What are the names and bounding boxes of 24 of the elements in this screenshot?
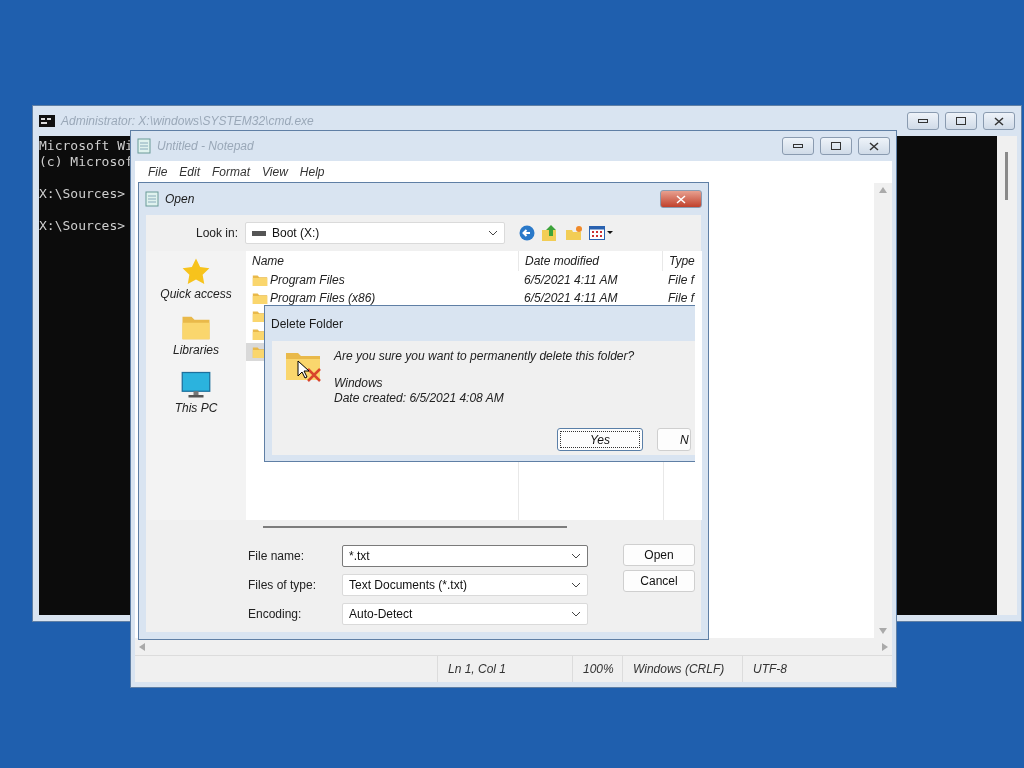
status-text: 100% bbox=[572, 656, 622, 682]
field-label: Files of type: bbox=[247, 578, 318, 592]
confirm-question: Are you sure you want to permanently delete this folder? bbox=[334, 349, 635, 364]
console-line: X:\Sources> bbox=[39, 218, 127, 234]
look-in-label: Look in: bbox=[194, 226, 239, 240]
status-text: Windows (CRLF) bbox=[622, 656, 742, 682]
console-line: X:\Sources> bbox=[39, 186, 127, 202]
window-title: Untitled - Notepad bbox=[157, 139, 254, 153]
window-title: Administrator: X:\windows\SYSTEM32\cmd.exe bbox=[61, 114, 314, 128]
folder-date: Date created: 6/5/2021 4:08 AM bbox=[334, 391, 505, 406]
status-text: UTF-8 bbox=[742, 656, 872, 682]
file-date: 6/5/2021 4:11 AM bbox=[523, 290, 619, 307]
folder-name: Windows bbox=[334, 376, 384, 391]
console-line: (c) Microsof bbox=[39, 154, 131, 170]
field-label: Encoding: bbox=[247, 607, 303, 621]
file-name: Program Files (x86) bbox=[270, 291, 377, 305]
dialog-title: Delete Folder bbox=[271, 316, 344, 331]
status-text: Ln 1, Col 1 bbox=[437, 656, 572, 682]
file-date: 6/5/2021 4:11 AM bbox=[523, 272, 619, 289]
file-type: File f bbox=[667, 290, 696, 307]
file-type: File f bbox=[667, 272, 696, 289]
dialog-title: Open bbox=[165, 192, 195, 206]
file-name: Program Files bbox=[270, 273, 346, 287]
field-label: File name: bbox=[247, 549, 306, 563]
